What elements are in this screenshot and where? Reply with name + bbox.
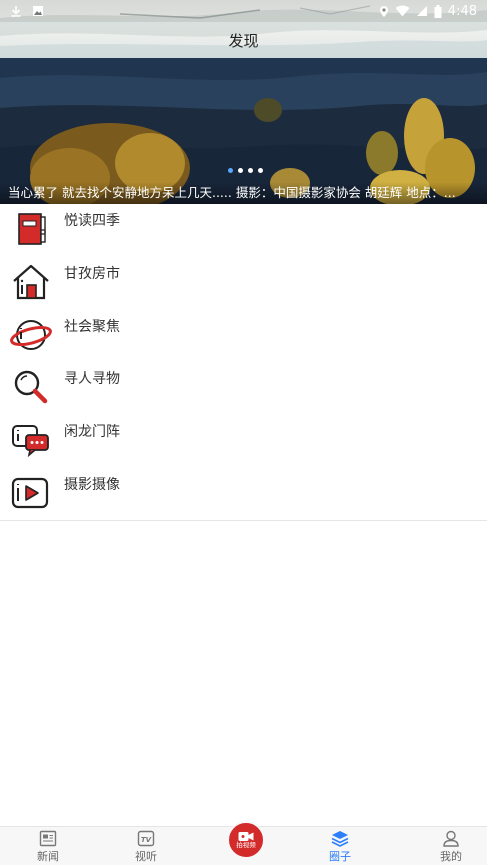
planet-icon [10,319,52,350]
discover-list: 悦读四季 甘孜房市 社会聚焦 寻人寻物 闲龙门阵 摄影摄像 [0,204,487,521]
house-icon [13,264,49,299]
nav-label-me: 我的 [440,850,462,863]
list-item-label: 甘孜房市 [64,265,120,282]
record-video-label: 拍视频 [236,841,256,849]
record-video-button[interactable]: 拍视频 [227,821,265,859]
nav-item-circle[interactable]: 圈子 [310,830,370,864]
carousel-dot[interactable] [228,168,233,173]
video-play-icon [11,477,49,509]
list-item-label: 社会聚焦 [64,318,120,335]
carousel-dot[interactable] [238,168,243,173]
download-icon [10,5,22,17]
nav-label-circle: 圈子 [329,850,351,863]
chat-bubbles-icon [12,425,49,458]
tv-icon: TV [137,830,155,847]
wifi-icon [395,5,410,17]
list-item-chat[interactable]: 闲龙门阵 [0,415,487,468]
nav-item-news[interactable]: 新闻 [18,830,78,864]
nav-item-video[interactable]: TV 视听 [116,830,176,864]
list-item-photography[interactable]: 摄影摄像 [0,468,487,521]
bottom-nav: 新闻 TV 视听 拍视频 圈子 我的 [0,821,487,865]
nav-label-news: 新闻 [37,850,59,863]
carousel-dot[interactable] [258,168,263,173]
list-item-label: 摄影摄像 [64,476,120,493]
list-item-housing[interactable]: 甘孜房市 [0,257,487,310]
carousel-indicator [228,168,263,173]
list-item-label: 闲龙门阵 [64,424,120,441]
list-item-lost-found[interactable]: 寻人寻物 [0,362,487,415]
location-icon [379,5,389,18]
carousel-dot[interactable] [248,168,253,173]
list-item-label: 寻人寻物 [64,371,120,388]
list-item-label: 悦读四季 [64,213,120,229]
list-item-society[interactable]: 社会聚焦 [0,310,487,363]
image-icon [32,5,44,17]
nav-label-video: 视听 [135,850,157,863]
layers-icon [331,831,349,847]
banner-carousel[interactable]: 当心累了 就去找个安静地方呆上几天..... 摄影：中国摄影家协会 胡廷辉 地点… [0,58,487,204]
newspaper-icon [39,830,57,847]
book-icon [18,213,46,245]
svg-text:TV: TV [141,836,152,844]
battery-icon [434,4,442,18]
status-time: 4:48 [447,3,477,19]
user-icon [443,830,459,847]
signal-icon [416,5,428,17]
page-title: 发现 [228,32,259,50]
nav-item-me[interactable]: 我的 [421,830,481,864]
list-item-reading[interactable]: 悦读四季 [0,204,487,257]
status-bar: 4:48 [0,0,487,22]
banner-caption: 当心累了 就去找个安静地方呆上几天..... 摄影：中国摄影家协会 胡廷辉 地点… [0,182,487,204]
magnifier-icon [14,371,48,404]
list-divider [0,520,487,521]
